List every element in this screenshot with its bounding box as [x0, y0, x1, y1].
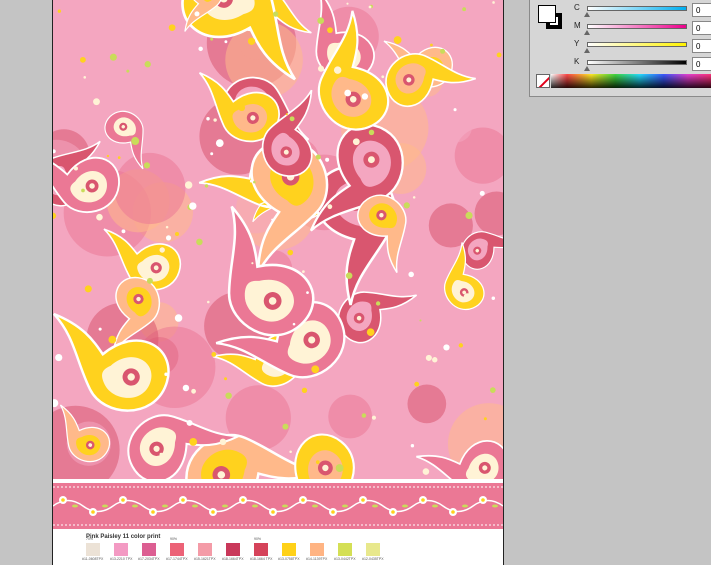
color-swatch: [366, 543, 380, 556]
channel-value-m[interactable]: 0: [692, 21, 711, 35]
swatch-code: #12-0435TPX: [362, 557, 384, 561]
color-swatch: [310, 543, 324, 556]
channel-label-c: C: [574, 3, 580, 12]
color-swatch: [86, 543, 100, 556]
slider-handle-c[interactable]: [584, 12, 590, 17]
document-page: Pink Paisley 11 color print #11-0608TPX 7…: [52, 0, 504, 565]
color-swatch: [338, 543, 352, 556]
swatch-code: #13-2210 TPX: [110, 557, 133, 561]
swatch-code: #18-1664 TPX: [250, 557, 273, 561]
channel-slider-y[interactable]: [587, 42, 687, 47]
swatch-code: #18-1664TPX: [222, 557, 244, 561]
channel-label-y: Y: [574, 39, 580, 48]
swatch-legend-title: Pink Paisley 11 color print: [86, 534, 161, 540]
slider-handle-k[interactable]: [584, 66, 590, 71]
color-swatch: [114, 543, 128, 556]
color-swatch: [254, 543, 268, 556]
color-panel: C 0 M 0 Y 0 K 0: [529, 0, 711, 97]
fill-color-box[interactable]: [538, 5, 556, 23]
swatch-tint-label: 70%: [86, 537, 94, 541]
channel-slider-c[interactable]: [587, 6, 687, 11]
channel-label-k: K: [574, 57, 580, 66]
swatch-code: #13-0758TPX: [278, 557, 300, 561]
channel-slider-m[interactable]: [587, 24, 687, 29]
color-swatch: [226, 543, 240, 556]
floral-border-band: [53, 483, 503, 529]
swatch-code: #14-1139TPX: [306, 557, 328, 561]
swatch-code: #15-1621TPX: [194, 557, 216, 561]
paisley-pattern-artwork: [53, 0, 503, 479]
slider-handle-y[interactable]: [584, 48, 590, 53]
swatch-code: #17-1744TPX: [166, 557, 188, 561]
channel-value-k[interactable]: 0: [692, 57, 711, 71]
channel-value-y[interactable]: 0: [692, 39, 711, 53]
slider-handle-m[interactable]: [584, 30, 590, 35]
channel-label-m: M: [574, 21, 581, 30]
swatch-tint-label: 90%: [254, 537, 262, 541]
swatch-tint-label: 90%: [170, 537, 178, 541]
swatch-code: #11-0608TPX: [82, 557, 104, 561]
channel-slider-k[interactable]: [587, 60, 687, 65]
color-swatch: [198, 543, 212, 556]
color-swatch: [142, 543, 156, 556]
channel-value-c[interactable]: 0: [692, 3, 711, 17]
none-color-swatch[interactable]: [536, 74, 550, 88]
color-swatch: [282, 543, 296, 556]
swatch-code: #13-0442TPX: [334, 557, 356, 561]
swatch-code: #17-2034TPX: [138, 557, 160, 561]
color-spectrum-ramp[interactable]: [551, 74, 711, 88]
color-swatch: [170, 543, 184, 556]
